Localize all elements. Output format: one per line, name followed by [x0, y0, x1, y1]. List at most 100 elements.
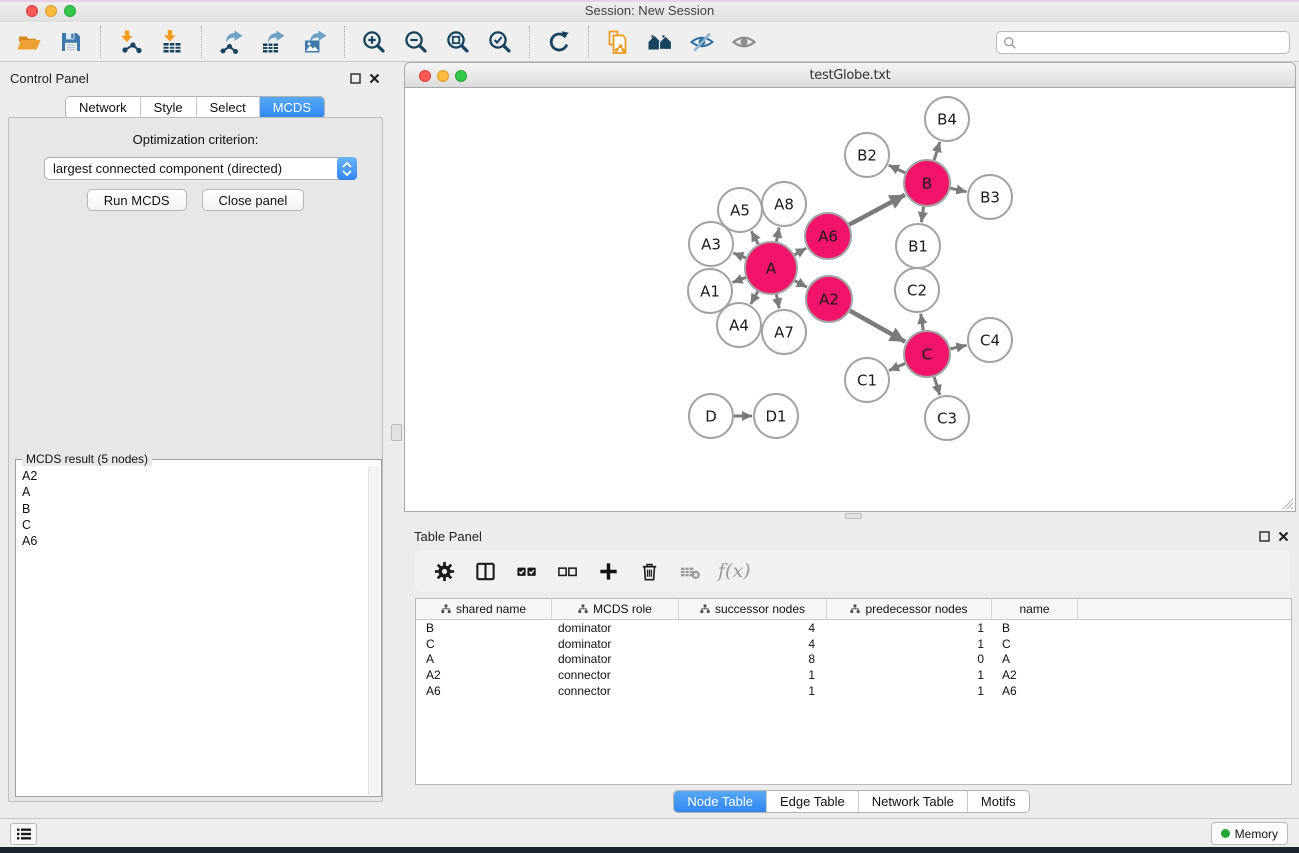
node-D1[interactable]	[754, 394, 798, 438]
edge-A-A5[interactable]	[751, 231, 758, 244]
minimize-window-button[interactable]	[45, 5, 57, 17]
edge-B-B2[interactable]	[889, 165, 906, 173]
edge-A-A4[interactable]	[751, 292, 758, 305]
node-A1[interactable]	[688, 269, 732, 313]
edge-A-A6[interactable]	[795, 248, 807, 255]
edge-B-B1[interactable]	[921, 207, 923, 222]
node-C1[interactable]	[845, 358, 889, 402]
table-row[interactable]: Bdominator41B	[416, 620, 1291, 636]
settings-gear-button[interactable]	[431, 558, 457, 584]
delete-column-button[interactable]	[636, 558, 662, 584]
table-row[interactable]: A2connector11A2	[416, 667, 1291, 683]
edge-A2-C[interactable]	[850, 311, 905, 342]
edge-A-A1[interactable]	[732, 278, 745, 283]
close-panel-icon[interactable]	[1278, 531, 1289, 542]
edge-A-A3[interactable]	[733, 253, 746, 258]
zoom-selected-button[interactable]	[485, 27, 515, 57]
node-C2[interactable]	[895, 268, 939, 312]
close-window-button[interactable]	[26, 5, 38, 17]
node-C3[interactable]	[925, 396, 969, 440]
result-scrollbar[interactable]	[368, 466, 380, 795]
tab-mcds[interactable]: MCDS	[259, 97, 324, 118]
close-panel-icon[interactable]	[369, 73, 380, 84]
edge-C-C3[interactable]	[934, 377, 940, 395]
node-A7[interactable]	[762, 310, 806, 354]
run-mcds-button[interactable]: Run MCDS	[87, 189, 187, 211]
vertical-splitter-grip[interactable]	[391, 424, 402, 441]
mcds-result-item[interactable]: A2	[18, 468, 367, 484]
node-A3[interactable]	[689, 222, 733, 266]
network-canvas[interactable]: AA1A2A3A4A5A6A7A8BB1B2B3B4CC1C2C3C4DD1	[404, 88, 1296, 512]
panel-list-button[interactable]	[10, 823, 37, 845]
import-network-button[interactable]	[115, 27, 145, 57]
horizontal-splitter-grip[interactable]	[845, 513, 862, 519]
edge-B-B3[interactable]	[950, 188, 966, 192]
network-graph[interactable]: AA1A2A3A4A5A6A7A8BB1B2B3B4CC1C2C3C4DD1	[405, 88, 1295, 510]
column-header-successor-nodes[interactable]: successor nodes	[679, 599, 827, 619]
node-D[interactable]	[689, 394, 733, 438]
zoom-fit-button[interactable]	[443, 27, 473, 57]
node-A2[interactable]	[806, 276, 852, 322]
memory-button[interactable]: Memory	[1211, 822, 1288, 845]
table-row[interactable]: Cdominator41C	[416, 636, 1291, 652]
mcds-result-item[interactable]: A6	[18, 533, 367, 549]
zoom-in-button[interactable]	[359, 27, 389, 57]
node-C4[interactable]	[968, 318, 1012, 362]
net-close-button[interactable]	[419, 70, 431, 82]
float-panel-icon[interactable]	[350, 73, 361, 84]
function-builder-button[interactable]: f(x)	[718, 560, 751, 582]
export-table-button[interactable]	[258, 27, 288, 57]
float-panel-icon[interactable]	[1259, 531, 1270, 542]
mcds-result-item[interactable]: A	[18, 484, 367, 500]
delete-table-button[interactable]	[677, 558, 703, 584]
node-A4[interactable]	[717, 303, 761, 347]
node-A[interactable]	[745, 242, 797, 294]
graphics-details-button[interactable]	[687, 27, 717, 57]
zoom-out-button[interactable]	[401, 27, 431, 57]
tab-motifs[interactable]: Motifs	[967, 791, 1029, 812]
show-hide-button[interactable]	[729, 27, 759, 57]
import-table-button[interactable]	[157, 27, 187, 57]
mcds-result-item[interactable]: C	[18, 517, 367, 533]
refresh-button[interactable]	[544, 27, 574, 57]
search-field[interactable]	[996, 31, 1290, 54]
criterion-select[interactable]: largest connected component (directed)	[44, 157, 357, 180]
node-B3[interactable]	[968, 175, 1012, 219]
tab-network[interactable]: Network	[66, 97, 140, 118]
resize-grip-icon[interactable]	[1281, 497, 1294, 510]
search-input[interactable]	[1022, 36, 1283, 50]
column-header-predecessor-nodes[interactable]: predecessor nodes	[827, 599, 992, 619]
net-minimize-button[interactable]	[437, 70, 449, 82]
columns-button[interactable]	[472, 558, 498, 584]
close-panel-button[interactable]: Close panel	[202, 189, 305, 211]
node-C[interactable]	[904, 331, 950, 377]
node-B1[interactable]	[896, 224, 940, 268]
edge-A-A7[interactable]	[776, 294, 779, 308]
tab-network-table[interactable]: Network Table	[858, 791, 967, 812]
save-session-button[interactable]	[56, 27, 86, 57]
edge-A-A2[interactable]	[795, 281, 807, 287]
export-network-button[interactable]	[216, 27, 246, 57]
table-row[interactable]: Adominator80A	[416, 652, 1291, 668]
node-A5[interactable]	[718, 188, 762, 232]
tab-edge-table[interactable]: Edge Table	[766, 791, 858, 812]
net-zoom-button[interactable]	[455, 70, 467, 82]
column-header-MCDS-role[interactable]: MCDS role	[552, 599, 679, 619]
edge-A-A8[interactable]	[776, 228, 779, 242]
new-network-from-file-button[interactable]	[603, 27, 633, 57]
node-B4[interactable]	[925, 97, 969, 141]
edge-A6-B[interactable]	[849, 195, 905, 225]
column-header-shared-name[interactable]: shared name	[416, 599, 552, 619]
mcds-result-list[interactable]: A2ABCA6	[18, 468, 367, 794]
column-header-name[interactable]: name	[992, 599, 1078, 619]
select-all-button[interactable]	[513, 558, 539, 584]
table-row[interactable]: A6connector11A6	[416, 683, 1291, 699]
tab-style[interactable]: Style	[140, 97, 196, 118]
edge-C-C4[interactable]	[950, 345, 966, 349]
node-A6[interactable]	[805, 213, 851, 259]
node-A8[interactable]	[762, 182, 806, 226]
zoom-window-button[interactable]	[64, 5, 76, 17]
node-B2[interactable]	[845, 133, 889, 177]
cyndex-home-button[interactable]	[645, 27, 675, 57]
export-image-button[interactable]	[300, 27, 330, 57]
